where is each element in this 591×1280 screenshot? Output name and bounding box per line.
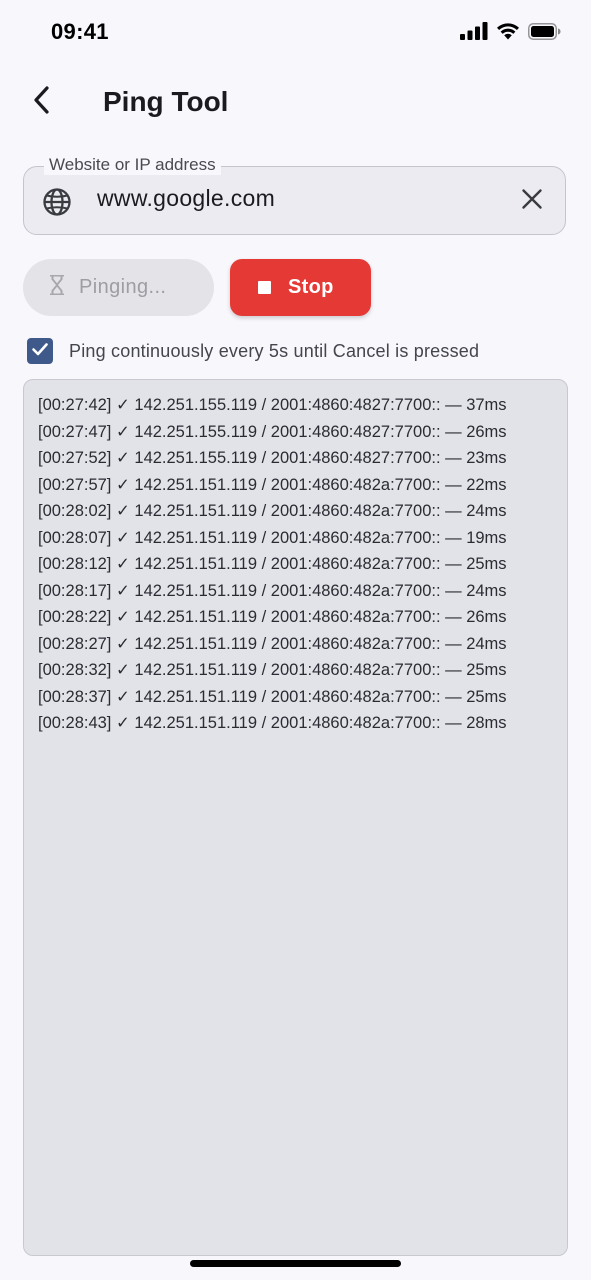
log-entry: [00:28:43] ✓ 142.251.151.119 / 2001:4860… [38, 714, 507, 732]
checkmark-icon [30, 339, 50, 364]
continuous-ping-row: Ping continuously every 5s until Cancel … [27, 338, 479, 364]
host-input[interactable] [97, 185, 497, 212]
log-entry: [00:27:42] ✓ 142.251.155.119 / 2001:4860… [38, 396, 507, 414]
battery-icon [528, 22, 561, 45]
cellular-signal-icon [460, 22, 488, 45]
chevron-left-icon [31, 85, 53, 120]
log-entry: [00:27:47] ✓ 142.251.155.119 / 2001:4860… [38, 422, 507, 441]
globe-icon [42, 187, 72, 217]
stop-button[interactable]: Stop [230, 259, 371, 316]
log-entry: [00:28:32] ✓ 142.251.151.119 / 2001:4860… [38, 661, 507, 679]
log-entry: [00:28:17] ✓ 142.251.151.119 / 2001:4860… [38, 581, 507, 600]
stop-label: Stop [288, 276, 334, 298]
ping-log-panel[interactable]: [00:27:42] ✓ 142.251.155.119 / 2001:4860… [23, 379, 568, 1256]
close-icon [521, 188, 543, 215]
back-button[interactable] [22, 82, 62, 122]
app-header: Ping Tool [0, 72, 591, 136]
wifi-icon [496, 22, 520, 45]
log-entry: [00:28:07] ✓ 142.251.151.119 / 2001:4860… [38, 528, 507, 547]
log-entry: [00:28:02] ✓ 142.251.151.119 / 2001:4860… [38, 502, 507, 520]
status-icons [460, 22, 561, 45]
status-time: 09:41 [51, 19, 109, 44]
log-entry: [00:27:57] ✓ 142.251.151.119 / 2001:4860… [38, 475, 507, 494]
continuous-ping-checkbox[interactable] [27, 338, 53, 364]
hourglass-icon [49, 274, 65, 302]
status-bar: 09:41 [0, 0, 591, 64]
stop-icon [258, 281, 271, 294]
log-entry: [00:28:27] ✓ 142.251.151.119 / 2001:4860… [38, 634, 507, 653]
log-entry: [00:28:22] ✓ 142.251.151.119 / 2001:4860… [38, 608, 507, 626]
log-entry: [00:28:12] ✓ 142.251.151.119 / 2001:4860… [38, 555, 507, 573]
pinging-label: Pinging... [79, 276, 167, 298]
continuous-ping-label: Ping continuously every 5s until Cancel … [69, 340, 480, 361]
pinging-button[interactable]: Pinging... [23, 259, 214, 316]
host-input-label: Website or IP address [44, 155, 221, 175]
log-entry: [00:28:37] ✓ 142.251.151.119 / 2001:4860… [38, 687, 507, 706]
home-indicator [190, 1260, 401, 1267]
clear-input-button[interactable] [517, 186, 547, 216]
host-input-field[interactable]: Website or IP address [23, 155, 566, 235]
page-title: Ping Tool [103, 86, 229, 117]
log-entry: [00:27:52] ✓ 142.251.155.119 / 2001:4860… [38, 449, 507, 467]
